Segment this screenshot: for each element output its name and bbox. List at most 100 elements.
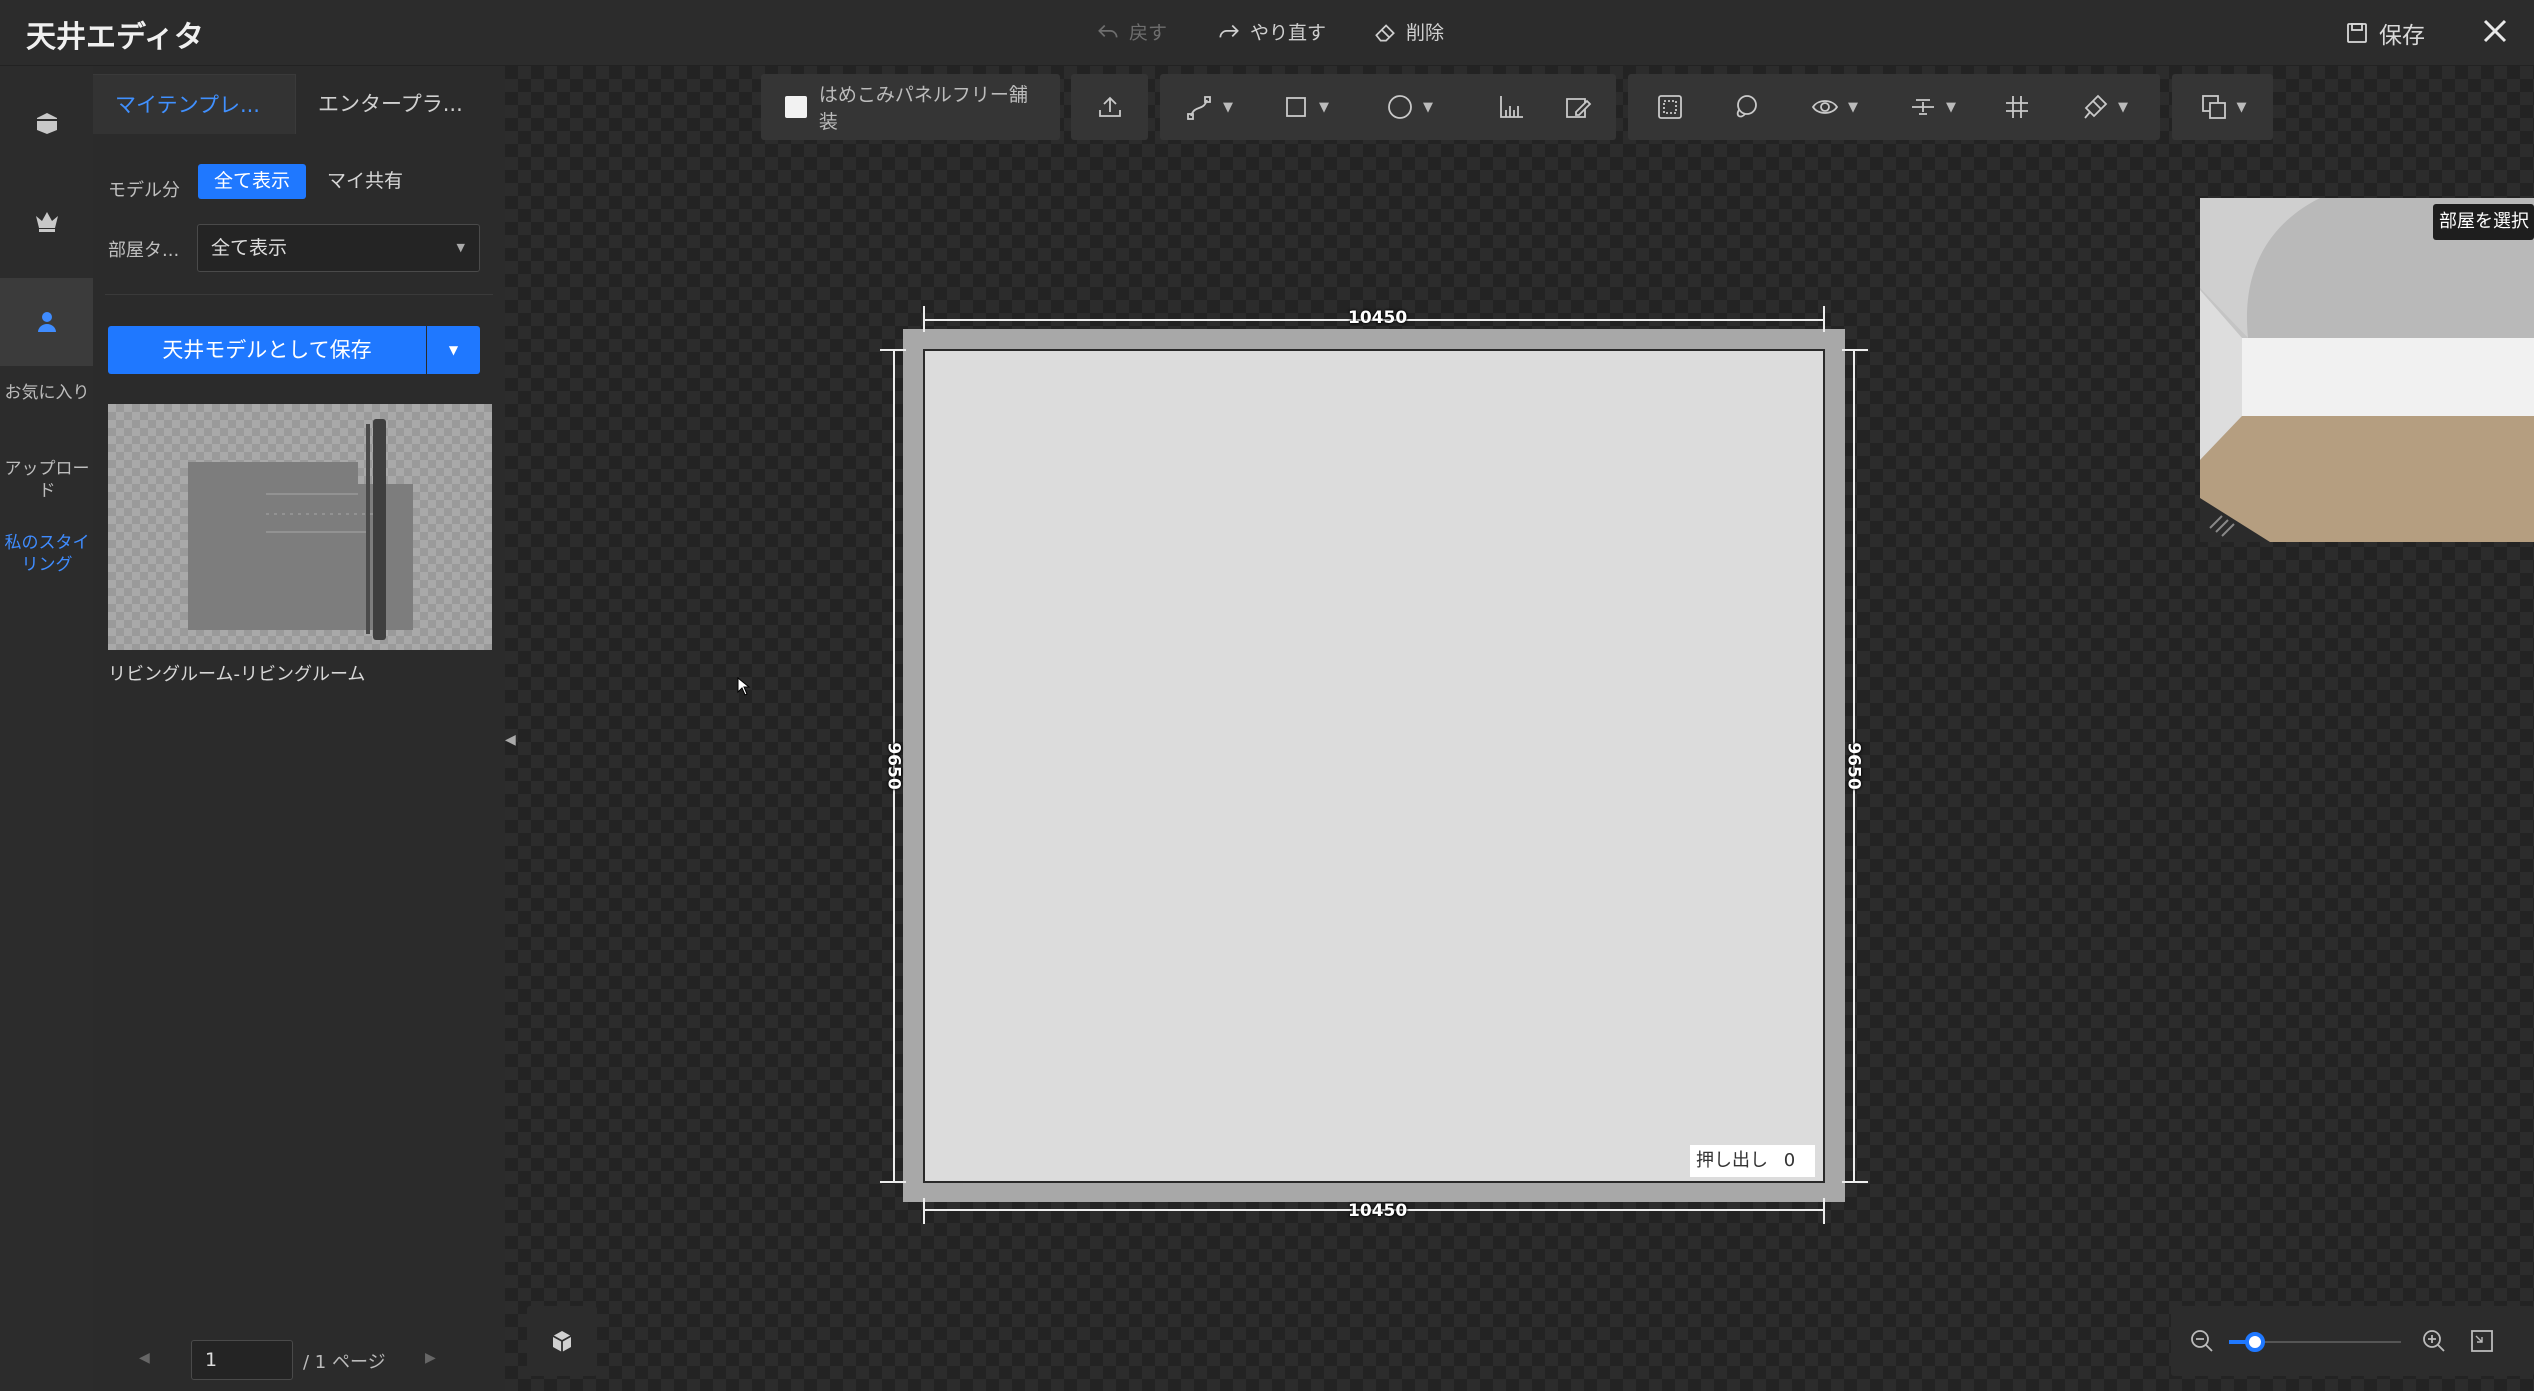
chevron-down-icon: ▼ [2118, 99, 2128, 115]
room-type-label: 部屋タ... [108, 240, 180, 261]
sidebar-item-models[interactable] [0, 88, 93, 158]
lasso-tool-button[interactable] [1716, 74, 1776, 140]
collapse-panel-icon[interactable]: ◀ [505, 732, 519, 750]
model-filter-label: モデル分 [108, 180, 180, 201]
dim-tick [1842, 1181, 1868, 1183]
template-panel: マイテンプレ... エンタープラ... モデル分 全て表示 マイ共有 部屋タ..… [93, 66, 505, 1391]
template-thumbnail[interactable] [108, 404, 492, 650]
select-room-button[interactable]: 部屋を選択 [2433, 204, 2534, 240]
page-input[interactable]: 1 [191, 1340, 293, 1380]
rectangle-icon [1286, 97, 1306, 117]
dim-tick [880, 1181, 906, 1183]
undo-label: 戻す [1129, 22, 1168, 44]
upload-icon [1098, 96, 1121, 117]
dim-tick [880, 349, 906, 351]
save-as-ceiling-model-button[interactable]: 天井モデルとして保存 [108, 326, 426, 374]
template-caption: リビングルーム-リビングルーム [108, 664, 366, 685]
dim-tick [1842, 349, 1868, 351]
redo-label: やり直す [1250, 22, 1327, 44]
undo-button[interactable]: 戻す [1095, 18, 1167, 45]
extrude-field[interactable]: 押し出し 0 [1690, 1145, 1815, 1177]
edit-shape-icon [1566, 98, 1592, 118]
measure-tool-button[interactable] [1486, 74, 1536, 140]
room-type-value: 全て表示 [211, 237, 288, 259]
align-icon [1912, 99, 1934, 115]
sidebar-item-upload[interactable]: アップロード [4, 458, 90, 502]
zoom-slider-handle[interactable] [2244, 1332, 2265, 1352]
prev-page-button[interactable]: ◀ [139, 1350, 150, 1366]
next-page-button[interactable]: ▶ [425, 1350, 436, 1366]
zoom-out-icon[interactable] [2189, 1328, 2215, 1354]
room-3d-preview[interactable] [2200, 198, 2534, 542]
copy-icon [2201, 95, 2226, 119]
chevron-down-icon: ▼ [1946, 99, 1956, 115]
room-ceiling-area[interactable] [923, 349, 1825, 1183]
align-button[interactable]: ▼ [1892, 74, 1972, 140]
ceiling-model-preview-image [188, 419, 413, 640]
circle-tool-button[interactable]: ▼ [1374, 74, 1444, 140]
3d-view-button[interactable] [527, 1306, 597, 1376]
undo-icon [1098, 24, 1118, 38]
redo-icon [1219, 24, 1239, 38]
dimension-right: 9650 [1843, 742, 1864, 790]
sidebar-item-my-styling[interactable]: 私のスタイリング [4, 532, 90, 576]
user-icon [37, 312, 56, 332]
redo-button[interactable]: やり直す [1216, 18, 1326, 45]
room-type-select[interactable]: 全て表示 ▼ [197, 224, 480, 272]
toolbar-draw-group: ▼ ▼ ▼ [1160, 74, 1616, 140]
tab-my-templates[interactable]: マイテンプレ... [93, 74, 296, 134]
free-paving-toggle[interactable]: はめこみパネルフリー舗装 [785, 74, 1045, 140]
pagination: ◀ 1 / 1 ページ ▶ [93, 1338, 505, 1384]
edit-shape-button[interactable] [1552, 74, 1602, 140]
crown-icon [35, 212, 58, 232]
save-options-dropdown[interactable]: ▼ [427, 326, 480, 374]
extrude-label: 押し出し [1696, 1150, 1768, 1171]
filter-my-shared-button[interactable]: マイ共有 [315, 164, 415, 199]
eraser-icon [1375, 23, 1395, 42]
panel-divider [105, 294, 493, 295]
save-label: 保存 [2379, 23, 2425, 49]
select-area-button[interactable] [1640, 74, 1700, 140]
extrude-value: 0 [1783, 1150, 1796, 1171]
select-frame-icon [1658, 95, 1682, 119]
box-icon [36, 113, 57, 134]
sidebar-item-my[interactable] [0, 278, 93, 366]
copy-button[interactable]: ▼ [2172, 74, 2273, 140]
grid-button[interactable] [1992, 74, 2042, 140]
chevron-down-icon: ▼ [1319, 99, 1329, 115]
mouse-cursor-icon [737, 677, 751, 696]
visibility-button[interactable]: ▼ [1794, 74, 1874, 140]
toolbar-checkbox-group: はめこみパネルフリー舗装 [761, 74, 1060, 140]
page-total: / 1 ページ [303, 1352, 386, 1373]
zoom-in-icon[interactable] [2421, 1328, 2447, 1354]
grid-icon [2006, 96, 2028, 118]
close-button[interactable] [2478, 14, 2512, 48]
panel-tabs: マイテンプレ... エンタープラ... [93, 74, 505, 134]
save-icon [2347, 23, 2367, 43]
left-icon-bar: お気に入り アップロード 私のスタイリング [0, 66, 93, 1391]
path-tool-button[interactable]: ▼ [1174, 74, 1244, 140]
fit-screen-icon[interactable] [2469, 1328, 2495, 1354]
delete-label: 削除 [1406, 22, 1445, 44]
toolbar-view-group: ▼ ▼ ▼ [1628, 74, 2160, 140]
zoom-control [2171, 1306, 2534, 1376]
tab-enterprise[interactable]: エンタープラ... [296, 74, 505, 134]
pen-path-icon [1187, 96, 1211, 120]
upload-button[interactable] [1071, 74, 1148, 140]
dim-tick [923, 306, 925, 332]
rectangle-tool-button[interactable]: ▼ [1270, 74, 1340, 140]
material-brush-button[interactable]: ▼ [2064, 74, 2144, 140]
dim-tick [1823, 1198, 1825, 1224]
app-title: 天井エディタ [26, 20, 204, 55]
sidebar-item-favorites[interactable]: お気に入り [4, 382, 90, 404]
circle-icon [1388, 95, 1412, 119]
free-paving-label: はめこみパネルフリー舗装 [818, 84, 1028, 133]
save-button[interactable]: 保存 [2345, 16, 2425, 50]
delete-button[interactable]: 削除 [1372, 18, 1444, 45]
lasso-icon [1736, 95, 1757, 118]
filter-all-button[interactable]: 全て表示 [198, 164, 306, 199]
sidebar-item-premium[interactable] [0, 186, 93, 256]
cube-icon [552, 1331, 572, 1352]
free-paving-checkbox[interactable] [785, 96, 807, 118]
chevron-down-icon: ▼ [1223, 99, 1233, 115]
